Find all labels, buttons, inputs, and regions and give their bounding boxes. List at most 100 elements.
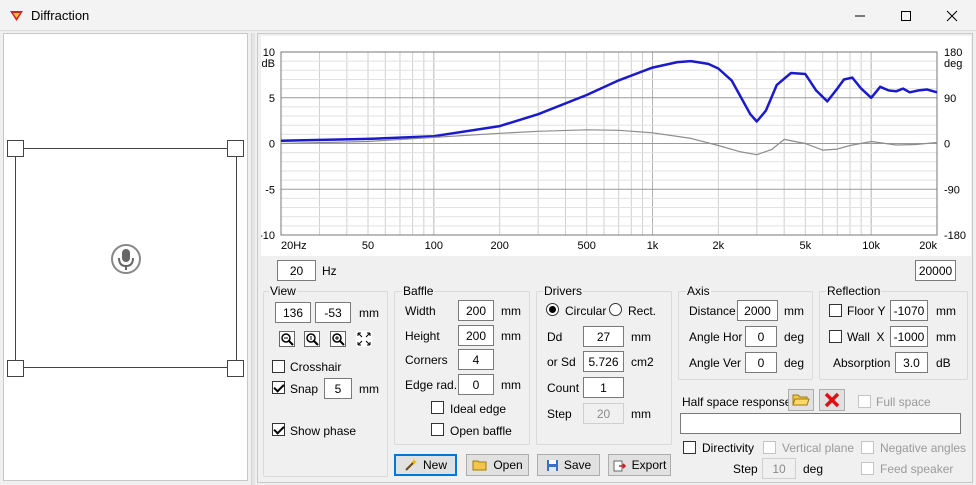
- open-button[interactable]: Open: [466, 454, 529, 476]
- x-tick-label: 1k: [647, 240, 659, 252]
- zoom-vertical-button[interactable]: [304, 331, 320, 347]
- snap-input[interactable]: 5: [324, 378, 352, 399]
- minimize-icon: [855, 15, 865, 16]
- angle-hor-label: Angle Hor: [689, 330, 743, 344]
- floppy-disk-icon: [546, 459, 558, 471]
- snap-checkbox[interactable]: [272, 381, 285, 394]
- negative-angles-label: Negative angles: [880, 441, 967, 455]
- x-tick-label: 5k: [800, 240, 812, 252]
- pane-splitter[interactable]: [251, 33, 255, 485]
- y-tick-label-right: -90: [944, 184, 960, 196]
- maximize-button[interactable]: [883, 0, 929, 31]
- x-tick-label: 10k: [862, 240, 880, 252]
- phase-series-line: [280, 129, 938, 156]
- new-button[interactable]: New: [394, 454, 457, 476]
- response-chart[interactable]: 1050-5-10180900-90-180dBdeg20Hz501002005…: [259, 36, 971, 256]
- angle-hor-input[interactable]: 0: [745, 326, 777, 347]
- edge-radius-input[interactable]: 0: [458, 374, 494, 395]
- absorption-label: Absorption: [833, 356, 891, 370]
- microphone-icon[interactable]: [110, 243, 142, 275]
- y-tick-label-left: -10: [261, 230, 275, 242]
- folder-open-icon: [792, 394, 810, 406]
- half-space-path-input[interactable]: [680, 413, 961, 434]
- rect-radio[interactable]: [609, 303, 622, 316]
- zoom-out-button[interactable]: [279, 331, 295, 347]
- circular-label: Circular: [565, 304, 607, 318]
- freq-min-input[interactable]: 20: [277, 260, 316, 281]
- directivity-step-input[interactable]: 10: [762, 458, 796, 479]
- x-tick-label: 500: [578, 240, 596, 252]
- width-input[interactable]: 200: [458, 300, 494, 321]
- view-x-input[interactable]: 136: [275, 302, 311, 323]
- distance-input[interactable]: 2000: [737, 300, 778, 321]
- view-unit: mm: [359, 306, 379, 320]
- export-icon: [613, 460, 626, 471]
- directivity-checkbox[interactable]: [683, 441, 696, 454]
- axis-title: Axis: [686, 284, 711, 298]
- save-button[interactable]: Save: [537, 454, 600, 476]
- baffle-canvas[interactable]: [3, 33, 248, 481]
- wall-input[interactable]: -1000: [890, 326, 928, 347]
- width-unit: mm: [501, 304, 521, 318]
- dd-label: Dd: [547, 330, 563, 344]
- snap-label: Snap: [290, 382, 319, 396]
- open-baffle-checkbox[interactable]: [431, 423, 444, 436]
- clear-half-space-button[interactable]: [819, 389, 845, 411]
- vertical-plane-label: Vertical plane: [782, 441, 855, 455]
- x-tick-label: 2k: [713, 240, 725, 252]
- corner-handle-bottom-right[interactable]: [227, 360, 244, 377]
- y-tick-label-left: 5: [269, 93, 275, 105]
- driver-step-input[interactable]: 20: [583, 403, 624, 424]
- show-phase-checkbox[interactable]: [272, 423, 285, 436]
- y-tick-label-right: 0: [944, 139, 950, 151]
- y-tick-label-left: 0: [269, 139, 275, 151]
- edge-radius-unit: mm: [501, 378, 521, 392]
- directivity-label: Directivity: [702, 441, 755, 455]
- corners-input[interactable]: 4: [458, 349, 494, 370]
- vertical-plane-checkbox[interactable]: [763, 441, 776, 454]
- floor-input[interactable]: -1070: [890, 300, 928, 321]
- corner-handle-top-right[interactable]: [227, 140, 244, 157]
- feed-speaker-label: Feed speaker: [880, 462, 954, 476]
- close-button[interactable]: [929, 0, 975, 31]
- reflection-title: Reflection: [826, 284, 882, 298]
- folder-icon: [472, 460, 487, 470]
- feed-speaker-checkbox[interactable]: [861, 462, 874, 475]
- dd-unit: mm: [631, 330, 651, 344]
- full-space-checkbox[interactable]: [858, 395, 871, 408]
- half-space-label: Half space response: [682, 395, 792, 409]
- export-button[interactable]: Export: [608, 454, 671, 476]
- zoom-in-button[interactable]: [330, 331, 346, 347]
- driver-step-unit: mm: [631, 407, 651, 421]
- corner-handle-bottom-left[interactable]: [7, 360, 24, 377]
- absorption-unit: dB: [936, 356, 951, 370]
- floor-checkbox[interactable]: [829, 304, 842, 317]
- height-unit: mm: [501, 329, 521, 343]
- maximize-icon: [901, 10, 911, 21]
- view-y-input[interactable]: -53: [315, 302, 351, 323]
- absorption-input[interactable]: 3.0: [895, 352, 928, 373]
- open-half-space-button[interactable]: [788, 389, 814, 411]
- freq-max-input[interactable]: 20000: [915, 260, 956, 281]
- sd-input[interactable]: 5.726: [583, 351, 624, 372]
- wall-checkbox[interactable]: [829, 330, 842, 343]
- circular-radio[interactable]: [546, 303, 559, 316]
- angle-ver-input[interactable]: 0: [745, 352, 777, 373]
- negative-angles-checkbox[interactable]: [861, 441, 874, 454]
- magic-wand-icon: [405, 459, 417, 471]
- minimize-button[interactable]: [837, 0, 883, 31]
- corner-handle-top-left[interactable]: [7, 140, 24, 157]
- count-input[interactable]: 1: [583, 377, 624, 398]
- rect-label: Rect.: [628, 304, 657, 318]
- open-button-label: Open: [493, 458, 523, 472]
- crosshair-checkbox[interactable]: [272, 360, 285, 373]
- magnitude-series-line: [280, 59, 938, 143]
- height-input[interactable]: 200: [458, 325, 494, 346]
- app-icon: [10, 11, 23, 21]
- dd-input[interactable]: 27: [583, 326, 624, 347]
- left-unit-label: dB: [262, 58, 275, 70]
- ideal-edge-checkbox[interactable]: [431, 401, 444, 414]
- fit-view-button[interactable]: [356, 331, 372, 347]
- snap-unit: mm: [359, 382, 379, 396]
- zoom-in-icon: [332, 333, 345, 346]
